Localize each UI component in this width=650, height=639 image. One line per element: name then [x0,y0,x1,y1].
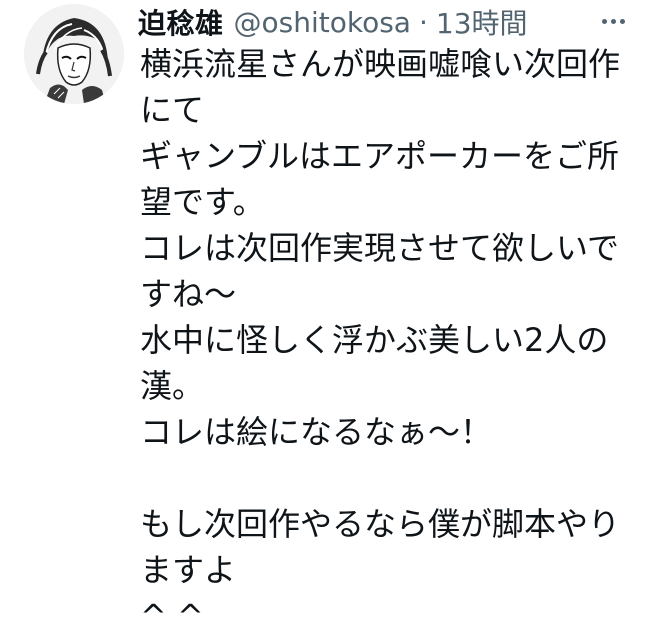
more-options-icon [601,18,607,24]
more-options-button[interactable] [598,6,628,36]
tweet-line: コレは次回作実現させて欲しいで [140,229,620,267]
tweet-line: 横浜流星さんが映画嘘喰い次回作 [140,45,621,83]
author-display-name[interactable]: 迫稔雄 [138,2,224,42]
author-handle[interactable]: @oshitokosa [234,6,411,39]
tweet-header: 迫稔雄 @oshitokosa · 13時間 [138,2,528,42]
avatar[interactable] [24,4,124,104]
tweet-line-blank [140,455,635,501]
more-options-icon-dot [610,18,616,24]
tweet-line: ますよ [140,551,237,589]
tweet-card: 迫稔雄 @oshitokosa · 13時間 横浜流星さんが映画嘘喰い次回作 に… [0,0,650,635]
tweet-timestamp[interactable]: 13時間 [436,2,528,42]
tweet-line: 水中に怪しく浮かぶ美しい2人の [140,321,609,359]
header-separator: · [418,5,428,39]
avatar-illustration-icon [24,4,124,104]
tweet-line: 漢。 [140,367,205,405]
tweet-body: 横浜流星さんが映画嘘喰い次回作 にて ギャンブルはエアポーカーをご所 望です。 … [140,41,635,639]
tweet-line: にて [140,91,205,129]
tweet-line: 望です。 [140,183,265,221]
tweet-line: ギャンブルはエアポーカーをご所 [140,137,620,175]
tweet-line: コレは絵になるなぁ〜！ [140,413,493,451]
tweet-line: すね〜 [140,275,237,313]
tweet-line: もし次回作やるなら僕が脚本やり [140,505,621,543]
more-options-icon-dot [619,18,625,24]
tweet-line: ^ ^ [140,597,204,635]
